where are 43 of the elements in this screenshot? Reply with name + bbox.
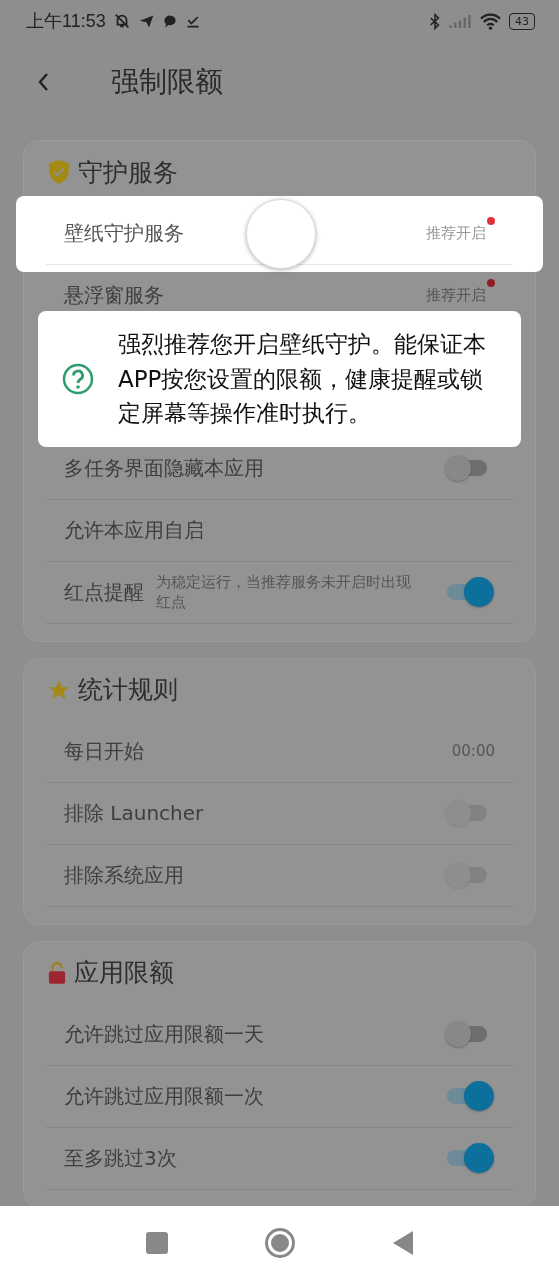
setting-value: 00:00 bbox=[451, 742, 495, 760]
back-button[interactable] bbox=[391, 1230, 414, 1256]
chat-bubble-icon bbox=[161, 13, 178, 29]
settings-row[interactable]: 允许本应用自启 bbox=[46, 499, 513, 562]
section-title: 应用限额 bbox=[74, 957, 174, 989]
lock-icon bbox=[48, 960, 66, 985]
setting-label: 多任务界面隐藏本应用 bbox=[64, 454, 264, 482]
setting-label: 壁纸守护服务 bbox=[64, 220, 184, 247]
setting-note: 为稳定运行，当推荐服务未开启时出现红点 bbox=[156, 572, 412, 612]
settings-row[interactable]: 每日开始 00:00 bbox=[46, 720, 513, 783]
touch-indicator bbox=[246, 199, 316, 269]
section-title: 统计规则 bbox=[78, 674, 178, 706]
settings-row[interactable]: 至多跳过3次 bbox=[46, 1127, 513, 1190]
setting-label: 允许本应用自启 bbox=[64, 516, 204, 544]
star-icon bbox=[48, 678, 70, 701]
back-icon[interactable] bbox=[37, 72, 49, 92]
tooltip-text: 强烈推荐您开启壁纸守护。能保证本APP按您设置的限额，健康提醒或锁定屏幕等操作准时执行。 bbox=[118, 330, 487, 428]
home-button[interactable] bbox=[267, 1231, 292, 1255]
section-title: 守护服务 bbox=[78, 156, 178, 189]
setting-value: 推荐开启 bbox=[426, 286, 486, 305]
signal-icon bbox=[448, 12, 472, 30]
wifi-icon bbox=[479, 11, 502, 31]
setting-label: 允许跳过应用限额一次 bbox=[64, 1082, 264, 1110]
settings-row[interactable]: 多任务界面隐藏本应用 bbox=[46, 437, 513, 500]
setting-label: 排除 Launcher bbox=[64, 799, 204, 827]
bluetooth-icon bbox=[429, 11, 441, 31]
setting-label: 悬浮窗服务 bbox=[64, 282, 164, 309]
setting-label: 至多跳过3次 bbox=[64, 1144, 177, 1172]
shield-icon bbox=[48, 159, 70, 185]
setting-label: 每日开始 bbox=[64, 737, 144, 765]
setting-value: 推荐开启 bbox=[426, 224, 486, 243]
setting-label: 排除系统应用 bbox=[64, 861, 184, 889]
help-icon bbox=[62, 362, 94, 395]
settings-row[interactable]: 允许跳过应用限额一天 bbox=[46, 1003, 513, 1066]
setting-label: 允许跳过应用限额一天 bbox=[64, 1020, 264, 1048]
setting-label: 红点提醒 bbox=[64, 578, 144, 606]
status-time: 上午11:53 bbox=[26, 10, 106, 33]
settings-row[interactable]: 壁纸守护服务 推荐开启 bbox=[16, 196, 543, 272]
recent-apps-button[interactable] bbox=[145, 1232, 168, 1254]
battery-indicator: 43 bbox=[509, 12, 535, 30]
muted-bell-icon bbox=[112, 12, 131, 30]
settings-row[interactable]: 允许跳过应用限额一次 bbox=[46, 1065, 513, 1128]
page-title: 强制限额 bbox=[111, 64, 223, 100]
